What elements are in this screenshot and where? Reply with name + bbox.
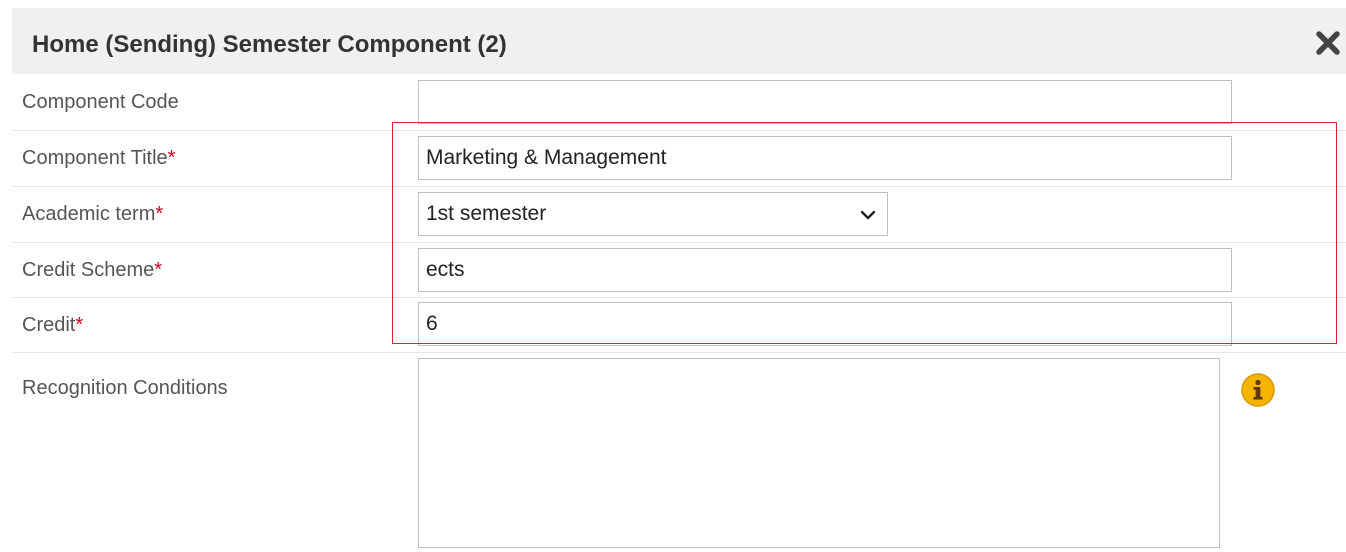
- academic-term-label: Academic term*: [22, 203, 164, 225]
- academic-term-value: 1st semester: [426, 202, 547, 225]
- component-code-row: Component Code: [12, 74, 1346, 131]
- component-title-label: Component Title*: [22, 147, 176, 169]
- credit-row: Credit* 6: [12, 297, 1346, 353]
- academic-term-select[interactable]: 1st semester: [418, 192, 888, 236]
- credit-scheme-label: Credit Scheme*: [22, 259, 163, 281]
- dialog-title: Home (Sending) Semester Component (2): [32, 31, 507, 58]
- component-title-row: Component Title* Marketing & Management: [12, 130, 1346, 187]
- close-icon[interactable]: [1314, 29, 1342, 57]
- recognition-conditions-label: Recognition Conditions: [22, 377, 228, 399]
- component-code-label: Component Code: [22, 91, 179, 113]
- component-code-input[interactable]: [418, 80, 1232, 124]
- semester-component-dialog: Home (Sending) Semester Component (2) Co…: [12, 8, 1346, 552]
- info-icon[interactable]: [1240, 372, 1276, 408]
- chevron-down-icon: [860, 210, 876, 220]
- credit-scheme-input[interactable]: ects: [418, 248, 1232, 292]
- recognition-conditions-textarea[interactable]: [418, 358, 1220, 548]
- recognition-conditions-row: Recognition Conditions: [12, 352, 1346, 552]
- credit-input[interactable]: 6: [418, 302, 1232, 346]
- required-marker: *: [154, 259, 163, 281]
- required-marker: *: [75, 314, 84, 336]
- required-marker: *: [155, 203, 164, 225]
- dialog-header: Home (Sending) Semester Component (2): [12, 8, 1346, 74]
- required-marker: *: [167, 147, 176, 169]
- credit-scheme-row: Credit Scheme* ects: [12, 242, 1346, 298]
- academic-term-row: Academic term* 1st semester: [12, 186, 1346, 243]
- component-title-input[interactable]: Marketing & Management: [418, 136, 1232, 180]
- credit-label: Credit*: [22, 314, 84, 336]
